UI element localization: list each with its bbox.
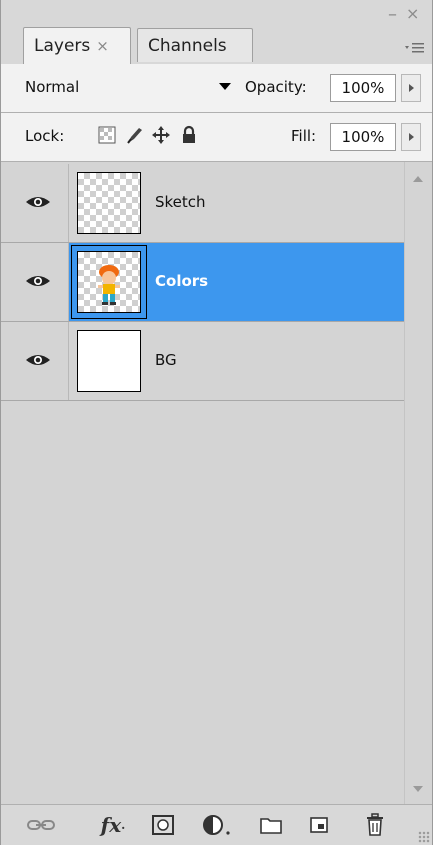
tab-close-icon[interactable]: ×	[96, 37, 109, 55]
tab-bar: Layers × Channels	[1, 26, 432, 65]
layers-panel: – × Layers × Channels Normal Opacity: 10…	[0, 0, 433, 845]
scroll-down-icon[interactable]	[413, 786, 423, 792]
visibility-toggle[interactable]	[1, 243, 69, 321]
layer-name: Colors	[155, 272, 209, 290]
minimize-button[interactable]: –	[388, 4, 397, 25]
blend-mode-select[interactable]: Normal	[25, 72, 235, 102]
lock-label: Lock:	[25, 127, 65, 145]
divider	[1, 400, 405, 401]
fx-label: fx	[100, 813, 122, 837]
layer-thumbnail	[77, 330, 141, 392]
blend-mode-value: Normal	[25, 78, 80, 96]
scroll-up-icon[interactable]	[413, 176, 423, 182]
tab-channels-label: Channels	[148, 35, 227, 56]
opacity-field[interactable]: 100%	[330, 74, 396, 102]
scrollbar[interactable]	[404, 162, 432, 804]
fx-icon[interactable]: fx.	[93, 811, 133, 839]
layer-thumbnail	[77, 251, 141, 313]
new-group-icon[interactable]	[257, 811, 285, 839]
link-layers-icon[interactable]	[25, 811, 57, 839]
character-thumbnail-image	[98, 265, 120, 305]
blend-opacity-row: Normal Opacity: 100%	[1, 64, 432, 112]
lock-all-icon[interactable]	[179, 125, 199, 145]
adjustment-layer-icon[interactable]	[201, 811, 237, 839]
opacity-slider-button[interactable]	[401, 74, 421, 102]
tab-layers[interactable]: Layers ×	[23, 27, 131, 64]
eye-icon	[26, 276, 50, 286]
eye-icon	[26, 197, 50, 207]
layer-name: BG	[155, 351, 177, 369]
eye-icon	[26, 355, 50, 365]
visibility-toggle[interactable]	[1, 164, 69, 242]
layer-thumbnail	[77, 172, 141, 234]
layers-list: Sketch Colors BG	[1, 162, 432, 804]
triangle-right-icon	[408, 133, 414, 141]
lock-transparent-pixels-icon[interactable]	[97, 125, 117, 145]
window-controls: – ×	[382, 4, 422, 25]
lock-image-pixels-icon[interactable]	[125, 125, 145, 145]
panel-footer: fx.	[1, 804, 432, 845]
chevron-down-icon	[219, 83, 231, 90]
tab-channels[interactable]: Channels	[137, 28, 253, 62]
fill-field[interactable]: 100%	[330, 123, 396, 151]
delete-layer-icon[interactable]	[361, 811, 389, 839]
tab-layers-label: Layers	[34, 36, 91, 56]
new-layer-icon[interactable]	[305, 811, 333, 839]
triangle-right-icon	[408, 84, 414, 92]
close-button[interactable]: ×	[406, 4, 419, 23]
layer-name: Sketch	[155, 193, 206, 211]
add-mask-icon[interactable]	[149, 811, 177, 839]
opacity-label: Opacity:	[245, 78, 307, 96]
layer-row-bg[interactable]: BG	[1, 322, 405, 400]
fill-slider-button[interactable]	[401, 123, 421, 151]
lock-fill-row: Lock: Fill: 100%	[1, 113, 432, 161]
lock-position-icon[interactable]	[151, 125, 171, 145]
layer-row-colors[interactable]: Colors	[1, 243, 405, 321]
panel-menu-icon[interactable]	[404, 40, 426, 59]
fill-label: Fill:	[291, 127, 317, 145]
visibility-toggle[interactable]	[1, 322, 69, 400]
layer-row-sketch[interactable]: Sketch	[1, 164, 405, 242]
resize-grip-icon[interactable]	[418, 831, 430, 843]
